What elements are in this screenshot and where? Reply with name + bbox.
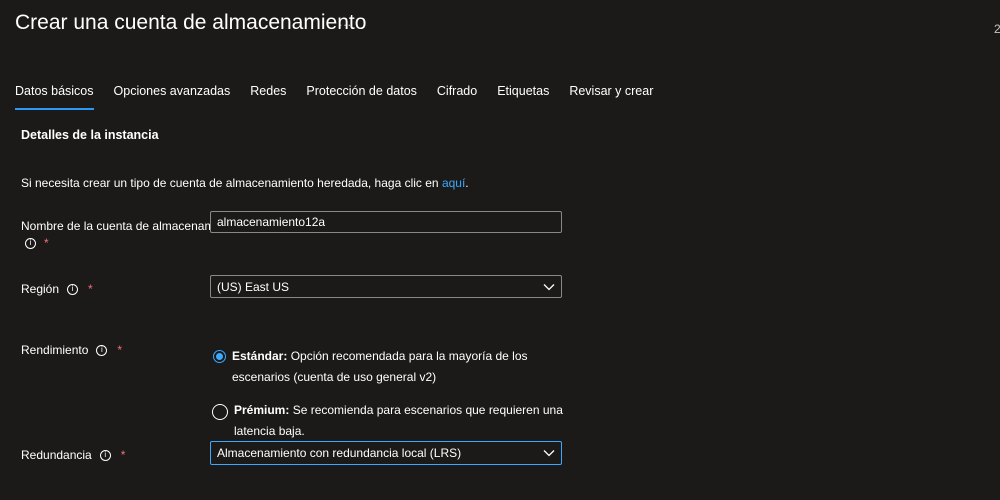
account-name-label: Nombre de la cuenta de almacenamiento <box>21 219 241 233</box>
performance-label: Rendimiento i * <box>21 343 122 357</box>
account-name-label-meta: i * <box>25 236 49 250</box>
legacy-note: Si necesita crear un tipo de cuenta de a… <box>21 176 469 190</box>
required-mark: * <box>117 343 123 357</box>
redundancy-label: Redundancia i * <box>21 448 125 462</box>
required-mark: * <box>88 282 93 296</box>
region-select[interactable]: (US) East US <box>210 275 562 298</box>
edge-text: 2 <box>994 22 1000 36</box>
account-name-input[interactable]: almacenamiento12a <box>210 211 562 233</box>
info-icon[interactable]: i <box>99 449 111 461</box>
standard-option-text: Estándar: Opción recomendada para la may… <box>232 346 572 388</box>
region-label-text: Región <box>21 282 60 296</box>
redundancy-select[interactable]: Almacenamiento con redundancia local (LR… <box>210 441 562 465</box>
performance-option-premium[interactable]: Prémium: Se recomienda para escenarios q… <box>212 403 574 442</box>
section-title: Detalles de la instancia <box>21 128 159 142</box>
tab-revisar-crear[interactable]: Revisar y crear <box>569 83 653 110</box>
tab-redes[interactable]: Redes <box>250 83 286 110</box>
performance-option-standard[interactable]: Estándar: Opción recomendada para la may… <box>213 349 572 388</box>
chevron-down-icon <box>543 450 555 457</box>
legacy-note-text: Si necesita crear un tipo de cuenta de a… <box>21 176 442 190</box>
more-options-button[interactable]: ... <box>339 15 352 29</box>
info-icon[interactable]: i <box>67 283 79 295</box>
legacy-note-suffix: . <box>465 176 469 190</box>
required-mark: * <box>44 236 49 250</box>
tab-opciones-avanzadas[interactable]: Opciones avanzadas <box>114 83 231 110</box>
tab-cifrado[interactable]: Cifrado <box>437 83 477 110</box>
premium-title: Prémium: <box>234 403 290 417</box>
account-name-value: almacenamiento12a <box>217 215 326 229</box>
redundancy-label-text: Redundancia <box>21 448 92 462</box>
premium-radio[interactable] <box>212 404 228 420</box>
standard-title: Estándar: <box>232 349 288 363</box>
info-icon[interactable]: i <box>25 237 36 249</box>
standard-radio[interactable] <box>213 350 226 363</box>
chevron-down-icon <box>543 283 555 290</box>
info-icon[interactable]: i <box>96 344 108 356</box>
tab-datos-basicos[interactable]: Datos básicos <box>15 83 94 110</box>
performance-label-text: Rendimiento <box>21 343 89 357</box>
tab-proteccion-datos[interactable]: Protección de datos <box>306 83 417 110</box>
page-title: Crear una cuenta de almacenamiento <box>15 11 367 34</box>
redundancy-value: Almacenamiento con redundancia local (LR… <box>217 446 462 460</box>
required-mark: * <box>120 448 126 462</box>
tab-bar: Datos básicos Opciones avanzadas Redes P… <box>15 83 653 111</box>
region-label: Región i * <box>21 282 93 296</box>
legacy-link[interactable]: aquí <box>442 176 465 190</box>
region-value: (US) East US <box>217 279 290 294</box>
premium-option-text: Prémium: Se recomienda para escenarios q… <box>234 400 574 442</box>
tab-etiquetas[interactable]: Etiquetas <box>497 83 549 110</box>
